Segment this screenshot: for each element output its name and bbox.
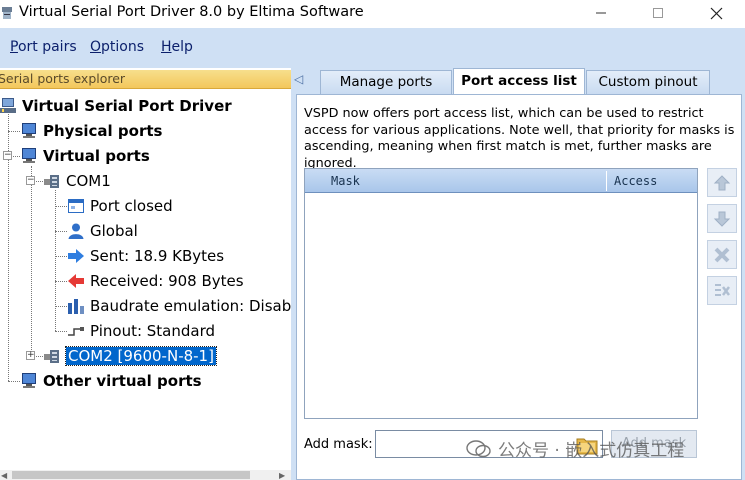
menu-help-label: elp bbox=[171, 39, 193, 55]
arrow-up-icon bbox=[713, 174, 731, 190]
tree-com1-port-state[interactable]: Port closed bbox=[66, 196, 173, 216]
menu-help-mnemonic: H bbox=[161, 39, 172, 55]
driver-icon bbox=[0, 97, 18, 115]
close-icon bbox=[710, 7, 722, 19]
tree-com2-label: COM2 [9600-N-8-1] bbox=[65, 346, 217, 366]
wechat-logo-icon bbox=[466, 439, 491, 457]
arrow-right-icon bbox=[66, 247, 86, 265]
tab-custom-pinout[interactable]: Custom pinout bbox=[586, 70, 710, 94]
minimize-icon bbox=[596, 12, 606, 14]
menu-options[interactable]: Options bbox=[90, 39, 144, 55]
app-icon bbox=[2, 7, 12, 19]
computer-icon bbox=[19, 372, 39, 390]
watermark-text: 公众号 · 嵌入式仿真工程 bbox=[498, 441, 685, 461]
tree-com1-pinout[interactable]: Pinout: Standard bbox=[66, 321, 215, 341]
column-access[interactable]: Access bbox=[610, 171, 694, 191]
menu-options-mnemonic: O bbox=[90, 39, 102, 55]
mask-table[interactable]: Mask Access bbox=[304, 168, 698, 419]
mask-table-header: Mask Access bbox=[305, 169, 697, 193]
tree-com1-sent-label: Sent: 18.9 KBytes bbox=[90, 247, 225, 265]
maximize-button[interactable] bbox=[632, 0, 684, 26]
tree-root-label: Virtual Serial Port Driver bbox=[22, 97, 232, 115]
menu-help[interactable]: Help bbox=[161, 39, 193, 55]
tree-com1-received-label: Received: 908 Bytes bbox=[90, 272, 244, 290]
close-button[interactable] bbox=[690, 0, 742, 26]
menu-options-label: ptions bbox=[101, 39, 145, 55]
clear-all-button[interactable] bbox=[707, 276, 737, 305]
tree-other-virtual-ports-label: Other virtual ports bbox=[43, 372, 202, 390]
tab-scroll-left-icon[interactable]: ◁ bbox=[294, 72, 303, 86]
tree-com1-baudrate-label: Baudrate emulation: Disabl bbox=[90, 297, 291, 315]
explorer-tree[interactable]: Virtual Serial Port Driver Physical port… bbox=[0, 90, 291, 470]
virtual-ports-collapse-toggle[interactable]: − bbox=[3, 151, 12, 160]
tab-manage-ports-label: Manage ports bbox=[339, 74, 433, 90]
arrow-down-icon bbox=[713, 211, 731, 227]
tree-virtual-ports[interactable]: Virtual ports bbox=[19, 146, 150, 166]
explorer-header: Serial ports explorer bbox=[0, 70, 291, 89]
window-icon bbox=[66, 197, 86, 215]
tab-custom-pinout-label: Custom pinout bbox=[598, 74, 698, 90]
move-down-button[interactable] bbox=[707, 204, 737, 233]
tree-physical-ports[interactable]: Physical ports bbox=[19, 121, 162, 141]
menu-port-pairs[interactable]: Port pairs bbox=[10, 39, 77, 55]
delete-button[interactable] bbox=[707, 240, 737, 269]
menu-port-pairs-mnemonic: P bbox=[10, 39, 18, 55]
tree-com2[interactable]: COM2 [9600-N-8-1] bbox=[42, 346, 217, 366]
clear-all-icon bbox=[715, 283, 730, 296]
tree-com1-baudrate[interactable]: Baudrate emulation: Disabl bbox=[66, 296, 291, 316]
window-title: Virtual Serial Port Driver 8.0 by Eltima… bbox=[19, 4, 364, 20]
tree-com1-port-state-label: Port closed bbox=[90, 197, 173, 215]
pinout-icon bbox=[66, 322, 86, 340]
move-up-button[interactable] bbox=[707, 168, 737, 197]
arrow-left-icon bbox=[66, 272, 86, 290]
tree-virtual-ports-label: Virtual ports bbox=[43, 147, 150, 165]
delete-icon bbox=[714, 247, 730, 262]
tree-com1-received[interactable]: Received: 908 Bytes bbox=[66, 271, 244, 291]
tree-com1-scope[interactable]: Global bbox=[66, 221, 138, 241]
tree-com1-pinout-label: Pinout: Standard bbox=[90, 322, 216, 340]
scrollbar-thumb[interactable] bbox=[12, 471, 250, 479]
explorer-header-label: Serial ports explorer bbox=[0, 71, 126, 86]
scroll-left-icon[interactable]: ◀ bbox=[1, 471, 7, 480]
computer-icon bbox=[19, 147, 39, 165]
computer-icon bbox=[19, 122, 39, 140]
tab-port-access-list-label: Port access list bbox=[461, 73, 577, 89]
tree-com1-label: COM1 bbox=[66, 172, 111, 190]
tree-other-virtual-ports[interactable]: Other virtual ports bbox=[19, 371, 202, 391]
tree-root[interactable]: Virtual Serial Port Driver bbox=[0, 96, 232, 116]
tree-com1[interactable]: COM1 bbox=[42, 171, 111, 191]
title-bar: Virtual Serial Port Driver 8.0 by Eltima… bbox=[0, 0, 745, 26]
tree-com1-scope-label: Global bbox=[90, 222, 138, 240]
add-mask-label: Add mask: bbox=[304, 437, 373, 452]
minimize-button[interactable] bbox=[575, 0, 627, 26]
tree-com1-sent[interactable]: Sent: 18.9 KBytes bbox=[66, 246, 224, 266]
scroll-right-icon[interactable]: ▶ bbox=[279, 471, 285, 480]
com1-collapse-toggle[interactable]: − bbox=[26, 176, 35, 185]
watermark: 公众号 · 嵌入式仿真工程 bbox=[466, 436, 684, 461]
tab-port-access-list[interactable]: Port access list bbox=[453, 68, 585, 94]
tab-manage-ports[interactable]: Manage ports bbox=[320, 70, 452, 94]
bar-chart-icon bbox=[66, 297, 86, 315]
tree-physical-ports-label: Physical ports bbox=[43, 122, 163, 140]
serial-port-icon bbox=[42, 172, 62, 190]
menu-bar: Port pairs Options Help bbox=[0, 28, 745, 68]
com2-expand-toggle[interactable]: + bbox=[26, 351, 35, 360]
access-list-description: VSPD now offers port access list, which … bbox=[304, 106, 735, 171]
column-mask[interactable]: Mask bbox=[307, 171, 607, 191]
user-icon bbox=[66, 222, 86, 240]
menu-port-pairs-label: ort pairs bbox=[17, 39, 77, 55]
maximize-icon bbox=[653, 8, 663, 18]
serial-port-icon bbox=[42, 347, 62, 365]
explorer-horizontal-scrollbar[interactable]: ◀ ▶ bbox=[0, 470, 291, 480]
